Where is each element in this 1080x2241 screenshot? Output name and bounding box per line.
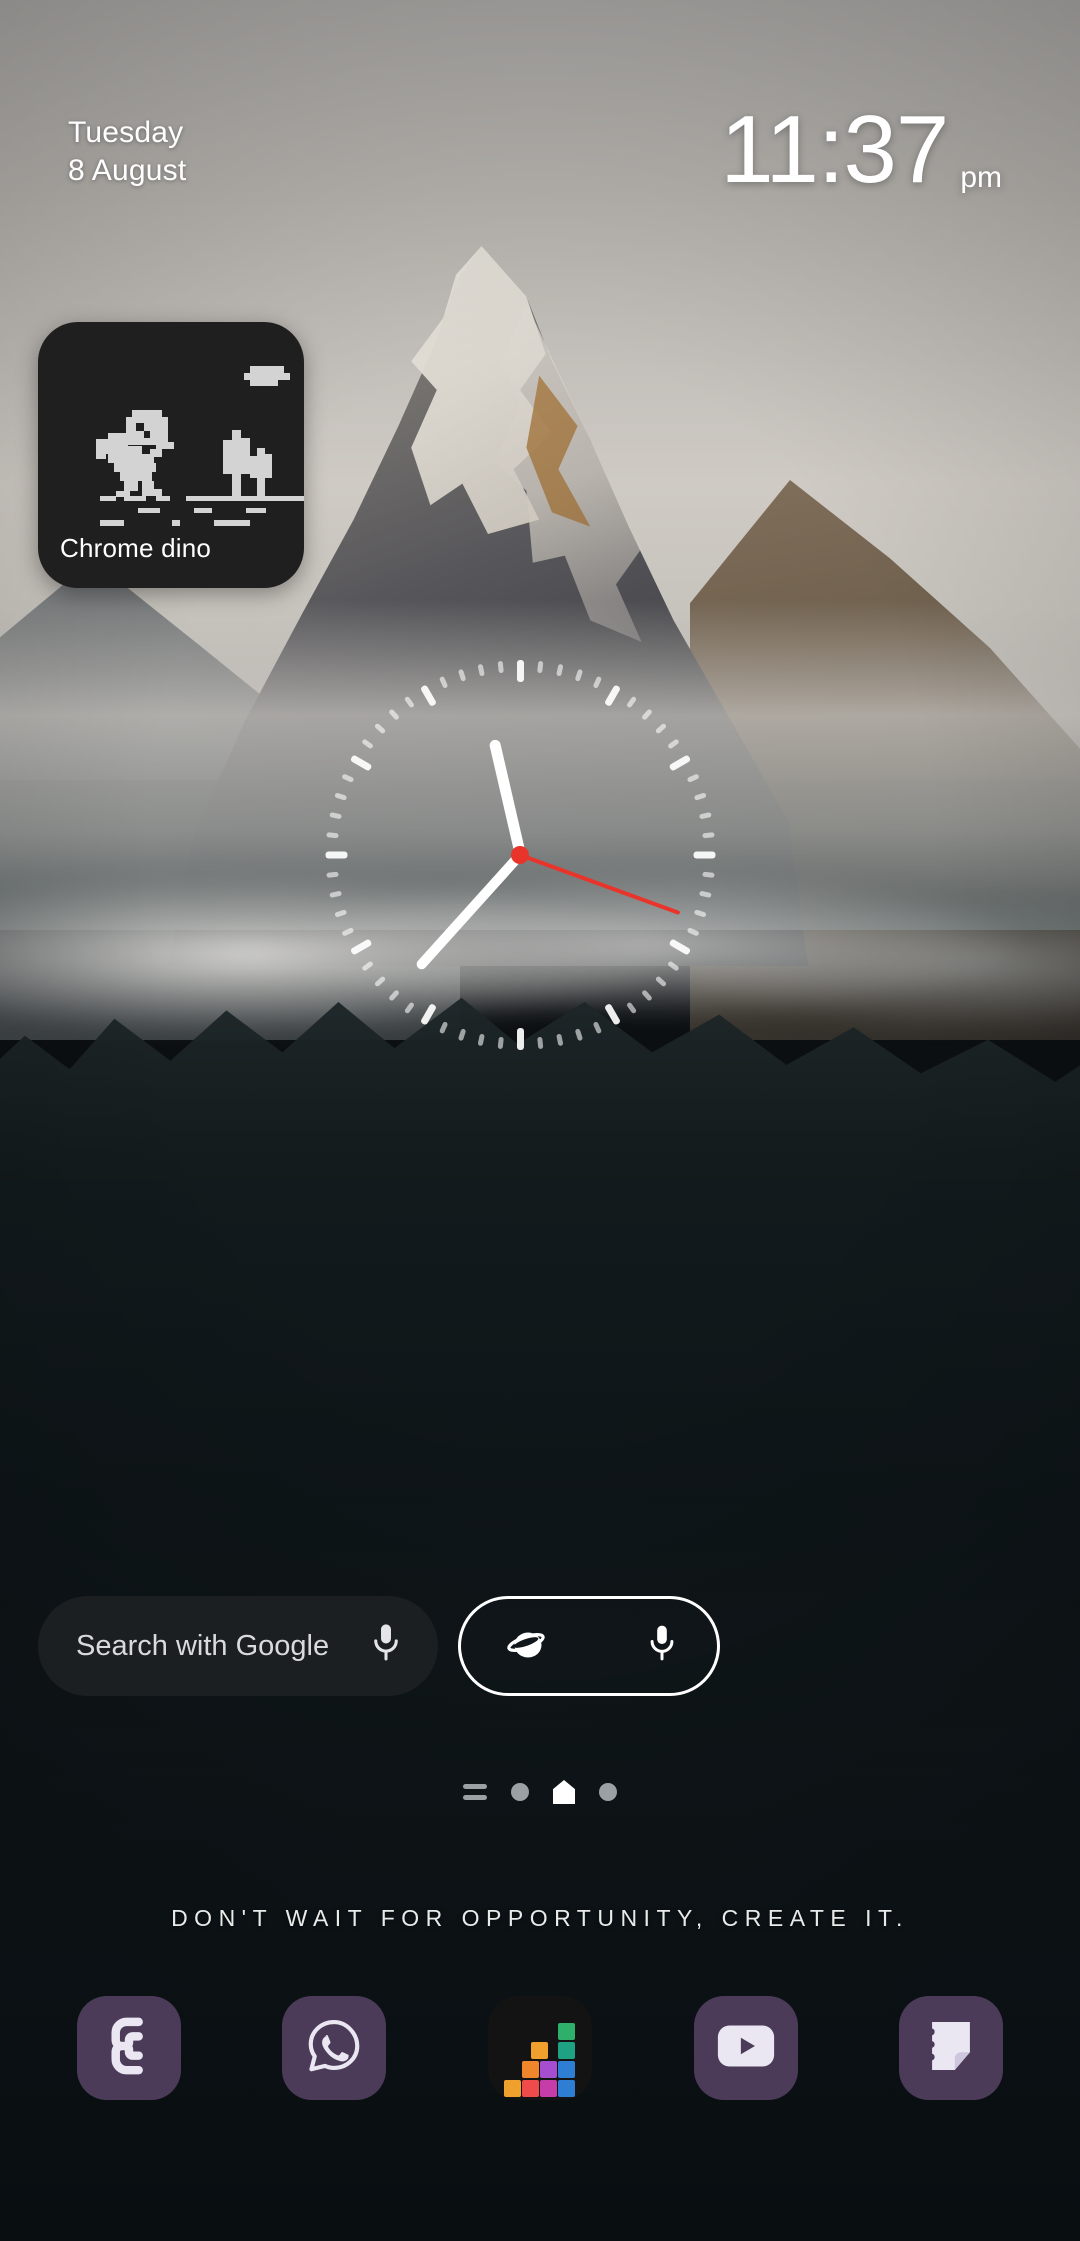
dock-app-youtube[interactable] [693, 1996, 798, 2100]
dock-app-whatsapp[interactable] [282, 1996, 387, 2100]
deezer-icon [503, 2019, 576, 2097]
page-indicator-dot-1[interactable] [511, 1783, 529, 1801]
samsung-internet-icon[interactable] [499, 1622, 555, 1671]
dock-app-deezer[interactable] [487, 1996, 592, 2100]
dino-game-canvas [38, 322, 304, 526]
browser-mic-icon[interactable] [645, 1622, 679, 1671]
page-indicator-home[interactable] [553, 1780, 575, 1804]
time-label: 11:37 [720, 96, 949, 203]
time-block: 11:37 pm [720, 98, 1002, 202]
whatsapp-icon [303, 2015, 365, 2082]
clock-center-hub [511, 846, 529, 864]
page-indicator-menu[interactable] [463, 1784, 487, 1800]
chrome-dino-label: Chrome dino [60, 533, 212, 563]
date-block: Tuesday 8 August [68, 114, 186, 190]
analog-clock-widget[interactable] [310, 660, 730, 1050]
search-input-placeholder[interactable]: Search with Google [76, 1630, 329, 1663]
dock-app-phone[interactable] [76, 1996, 181, 2100]
youtube-icon [715, 2023, 777, 2074]
chrome-dino-widget[interactable]: Chrome dino [38, 322, 304, 588]
search-mic-icon[interactable] [368, 1622, 404, 1671]
page-indicator [0, 1770, 1080, 1814]
page-indicator-dot-2[interactable] [599, 1783, 617, 1801]
motivational-quote: DON'T WAIT FOR OPPORTUNITY, CREATE IT. [171, 1905, 909, 1931]
clock-text-widget[interactable]: Tuesday 8 August 11:37 pm [0, 98, 1080, 206]
time-ampm-label: pm [960, 161, 1002, 194]
phone-icon [101, 2017, 157, 2080]
date-day-label: Tuesday [68, 116, 184, 149]
date-month-day-label: 8 August [68, 154, 187, 187]
browser-search-pill[interactable] [458, 1596, 720, 1696]
notes-icon [924, 2017, 978, 2080]
dock-app-samsung-notes[interactable] [899, 1996, 1004, 2100]
google-search-bar[interactable]: Search with Google [38, 1596, 438, 1696]
search-row: Search with Google [0, 1596, 1080, 1736]
dock [0, 1968, 1080, 2128]
